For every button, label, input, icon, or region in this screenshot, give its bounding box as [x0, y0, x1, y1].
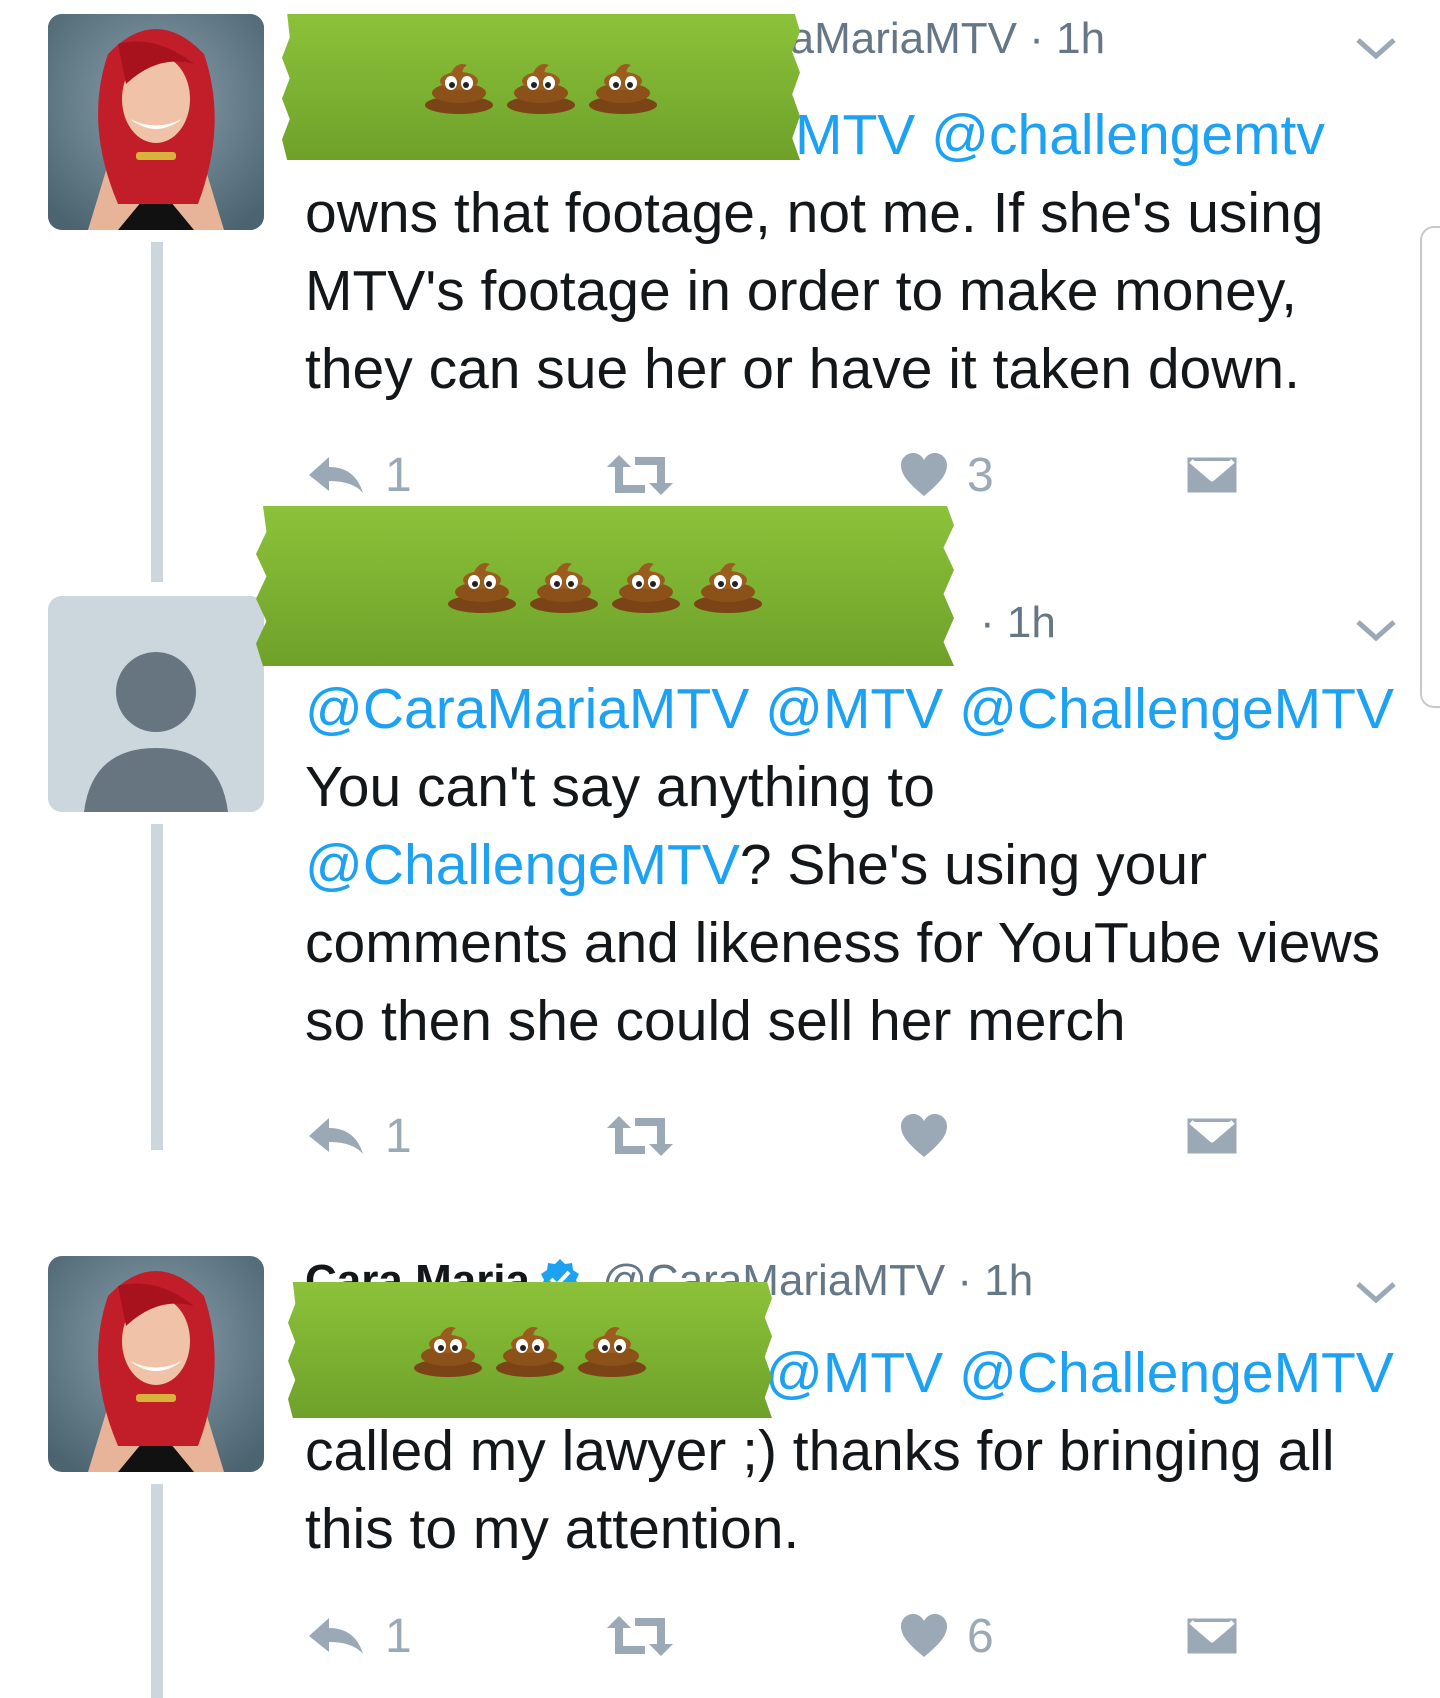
reply-button[interactable]: 1	[305, 1106, 412, 1166]
redaction-tape	[288, 1282, 772, 1418]
retweet-button[interactable]	[603, 445, 695, 505]
tweet-text-segment: owns that footage, not me. If she's usin…	[305, 181, 1324, 401]
user-handle[interactable]: raMariaMTV	[775, 14, 1017, 63]
poop-emoji-icon	[494, 1322, 566, 1378]
timestamp[interactable]: · 1h	[980, 598, 1056, 647]
reply-button[interactable]: 1	[305, 1606, 412, 1666]
reply-count: 1	[385, 1609, 412, 1663]
reply-count: 1	[385, 448, 412, 502]
reply-icon	[309, 1118, 363, 1154]
poop-emoji-icon	[446, 558, 518, 614]
tweet-3[interactable]: Cara Maria @CaraMariaMTV · 1h @MTV @Chal…	[0, 1240, 1440, 1698]
like-button[interactable]: 3	[899, 445, 994, 505]
direct-message-icon	[1183, 1614, 1241, 1658]
chevron-down-icon[interactable]	[1352, 614, 1400, 644]
direct-message-button[interactable]	[1183, 1106, 1241, 1166]
tweet-text: @CaraMariaMTV @MTV @ChallengeMTV You can…	[305, 670, 1415, 1060]
poop-emoji-icon	[587, 59, 659, 115]
like-count: 6	[967, 1609, 994, 1663]
direct-message-button[interactable]	[1183, 1606, 1241, 1666]
retweet-button[interactable]	[603, 1606, 695, 1666]
timestamp[interactable]: · 1h	[1029, 14, 1105, 63]
direct-message-icon	[1183, 1114, 1241, 1158]
retweet-icon	[607, 1616, 673, 1656]
retweet-button[interactable]	[603, 1106, 695, 1166]
poop-emoji-icon	[505, 59, 577, 115]
poop-emoji-icon	[692, 558, 764, 614]
tweet-actions: 1 6	[305, 1606, 1255, 1666]
redaction-tape	[282, 14, 800, 160]
like-icon	[901, 1114, 947, 1157]
poop-emoji-icon	[576, 1322, 648, 1378]
reply-icon	[309, 457, 363, 493]
avatar-cara-maria[interactable]	[48, 1256, 264, 1472]
poop-emoji-icon	[412, 1322, 484, 1378]
mention[interactable]: @CaraMariaMTV @MTV @ChallengeMTV	[305, 677, 1394, 741]
thread-line	[151, 1484, 163, 1698]
like-button[interactable]	[899, 1106, 967, 1166]
chevron-down-icon[interactable]	[1352, 32, 1400, 62]
default-avatar[interactable]	[48, 596, 264, 812]
avatar-cara-maria[interactable]	[48, 14, 264, 230]
poop-emoji-icon	[610, 558, 682, 614]
poop-emoji-icon	[423, 59, 495, 115]
scrollbar[interactable]	[1420, 226, 1440, 708]
retweet-icon	[607, 455, 673, 495]
tweet-text-segment: called my lawyer ;) thanks for bringing …	[305, 1419, 1335, 1561]
tweet-actions: 1	[305, 1106, 1255, 1166]
thread-line	[151, 824, 163, 1150]
tweet-text-segment: You can't say anything to	[305, 755, 935, 819]
like-icon	[901, 453, 947, 496]
mention[interactable]: @MTV @ChallengeMTV	[765, 1341, 1394, 1405]
direct-message-icon	[1183, 453, 1241, 497]
timestamp[interactable]: · 1h	[957, 1256, 1033, 1305]
mention[interactable]: @ChallengeMTV	[305, 833, 740, 897]
reply-button[interactable]: 1	[305, 445, 412, 505]
like-button[interactable]: 6	[899, 1606, 994, 1666]
redaction-tape	[256, 506, 954, 666]
thread-line	[151, 242, 163, 582]
tweet-2[interactable]: · 1h @CaraMariaMTV @MTV @ChallengeMTV Yo…	[0, 506, 1440, 1163]
tweet-actions: 1 3	[305, 445, 1255, 505]
chevron-down-icon[interactable]	[1352, 1276, 1400, 1306]
mention[interactable]: MTV @challengemtv	[795, 103, 1325, 167]
reply-icon	[309, 1618, 363, 1654]
poop-emoji-icon	[528, 558, 600, 614]
direct-message-button[interactable]	[1183, 445, 1241, 505]
like-count: 3	[967, 448, 994, 502]
like-icon	[901, 1614, 947, 1657]
reply-count: 1	[385, 1109, 412, 1163]
retweet-icon	[607, 1116, 673, 1156]
